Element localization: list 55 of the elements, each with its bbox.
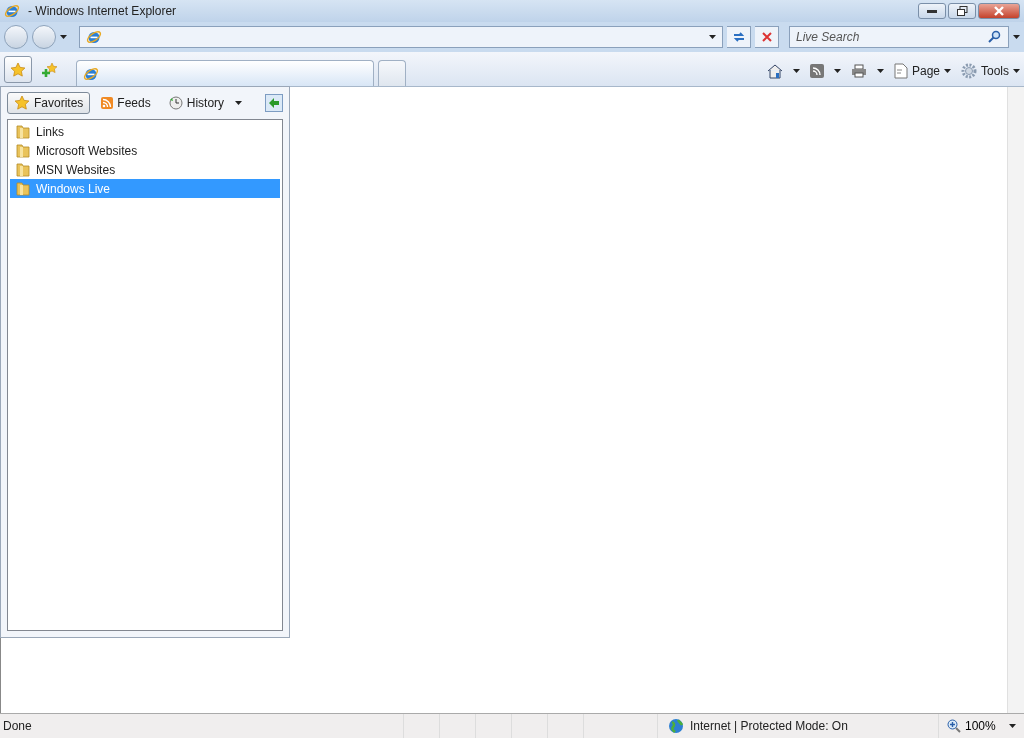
stop-button[interactable] (755, 26, 779, 48)
search-field[interactable]: Live Search (789, 26, 1009, 48)
caret-icon[interactable] (833, 69, 841, 73)
gear-icon (961, 63, 977, 79)
caret-icon[interactable] (876, 69, 884, 73)
panel-tab[interactable]: Feeds (94, 92, 158, 114)
clock-icon (168, 96, 183, 110)
status-text: Done (2, 719, 33, 733)
arrow-icon (268, 97, 280, 109)
caret-icon[interactable] (1013, 35, 1020, 39)
favorites-center-button[interactable] (4, 56, 32, 83)
star-icon (10, 61, 26, 78)
close-button[interactable] (978, 3, 1020, 19)
security-zone-text: Internet | Protected Mode: On (690, 719, 848, 733)
zoom-button[interactable]: 100% (938, 714, 1024, 738)
close-icon (994, 6, 1004, 16)
refresh-icon (731, 30, 746, 44)
home-button[interactable] (766, 63, 783, 79)
caret-icon[interactable] (792, 69, 800, 73)
tools-menu[interactable]: Tools (961, 63, 1020, 79)
panel-tab[interactable]: History (161, 92, 232, 114)
caret-icon[interactable] (1009, 724, 1016, 728)
refresh-button[interactable] (727, 26, 751, 48)
scrollbar[interactable] (1007, 87, 1024, 713)
ie-logo-icon (4, 3, 20, 19)
zoom-icon (947, 719, 961, 733)
folder-icon (16, 181, 30, 196)
caret-icon[interactable] (944, 69, 951, 73)
caret-icon[interactable] (1013, 69, 1020, 73)
favorites-folder-item[interactable]: Links (10, 122, 280, 141)
address-field[interactable] (79, 26, 723, 48)
folder-icon (16, 124, 30, 139)
star-icon (14, 95, 30, 111)
restore-button[interactable] (948, 3, 976, 19)
panel-tab[interactable]: Favorites (7, 92, 91, 114)
stop-icon (761, 32, 772, 42)
pin-button[interactable] (265, 94, 283, 112)
caret-icon[interactable] (235, 101, 243, 105)
caret-icon[interactable] (709, 35, 716, 39)
caret-icon[interactable] (60, 35, 67, 39)
feeds-button[interactable] (809, 64, 824, 78)
search-icon[interactable] (988, 30, 1001, 43)
globe-icon (668, 718, 684, 734)
star-plus-icon (42, 61, 58, 78)
folder-icon (16, 162, 30, 177)
print-button[interactable] (850, 64, 867, 78)
minimize-button[interactable] (918, 3, 946, 19)
favorites-folder-item[interactable]: MSN Websites (10, 160, 280, 179)
page-menu[interactable]: Page (893, 63, 951, 79)
restore-icon (956, 6, 968, 16)
minimize-icon (927, 9, 937, 13)
folder-icon (16, 143, 30, 158)
favorites-folder-item[interactable]: Microsoft Websites (10, 141, 280, 160)
rss-icon (101, 97, 114, 109)
window-title: - Windows Internet Explorer (28, 4, 178, 18)
